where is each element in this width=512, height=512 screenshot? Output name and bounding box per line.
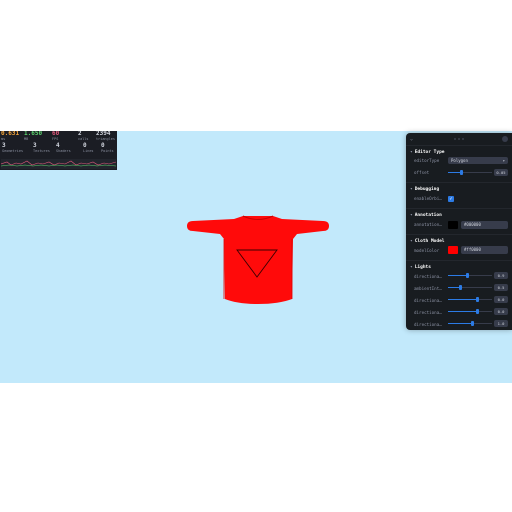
stat-calls: 2 calls [78, 131, 89, 141]
annotation-color-swatch[interactable] [448, 221, 458, 229]
folder-annotation[interactable]: ▾ Annotation [410, 213, 442, 218]
shirt-body [187, 216, 329, 304]
collapse-icon[interactable]: ⌄ [410, 136, 416, 142]
light-value[interactable]: 0.0 [494, 296, 508, 303]
performance-graph [1, 159, 116, 169]
light-value[interactable]: 0.9 [494, 272, 508, 279]
drag-handle-icon[interactable] [454, 138, 466, 140]
stat-textures: 3 Textures [33, 142, 50, 154]
checkmark-icon: ✓ [449, 196, 453, 202]
model-color-label: modelColor [414, 248, 440, 253]
light-slider[interactable] [448, 272, 492, 279]
light-label: ambientInt… [414, 286, 442, 291]
light-value[interactable]: 1.0 [494, 320, 508, 327]
folder-debugging[interactable]: ▾ Debugging [410, 187, 439, 192]
folder-editor-type[interactable]: ▾ Editor Type [410, 150, 445, 155]
light-label: directiona… [414, 274, 442, 279]
light-label: directiona… [414, 310, 442, 315]
stat-triangles: 2394 triangles [96, 131, 115, 141]
stat-lines: 0 Lines [83, 142, 94, 154]
stat-fps: 60 FPS [52, 131, 60, 141]
stats-overlay: 0.631 ms 1.650 MB 60 FPS 2 calls 2394 tr… [0, 131, 117, 170]
annotation-color-input[interactable]: #000000 [461, 221, 508, 229]
light-value[interactable]: 0.5 [494, 284, 508, 291]
stat-points: 0 Points [101, 142, 114, 154]
offset-value[interactable]: 0.05 [494, 169, 508, 176]
orbit-checkbox[interactable]: ✓ [448, 196, 454, 202]
annotation-color-label: annotation… [414, 222, 442, 227]
light-slider[interactable] [448, 320, 492, 327]
chevron-down-icon: ▾ [502, 158, 505, 163]
model-color-swatch[interactable] [448, 246, 458, 254]
light-label: directiona… [414, 322, 442, 327]
offset-label: offset [414, 170, 430, 175]
light-slider[interactable] [448, 296, 492, 303]
folder-cloth-model[interactable]: ▾ Cloth Model [410, 239, 445, 244]
stat-ms: 0.631 ms [1, 131, 20, 141]
editor-type-select[interactable]: Polygon ▾ [448, 157, 508, 164]
panel-titlebar[interactable]: ⌄ [406, 133, 512, 146]
stat-geometries: 3 Geometries [2, 142, 24, 154]
editor-type-label: editorType [414, 158, 440, 163]
folder-lights[interactable]: ▾ Lights [410, 265, 431, 270]
light-slider[interactable] [448, 308, 492, 315]
offset-slider[interactable] [448, 169, 492, 176]
light-slider[interactable] [448, 284, 492, 291]
orbit-toggle-label: enableOrbi… [414, 196, 442, 201]
stat-memory: 1.650 MB [24, 131, 43, 141]
light-label: directiona… [414, 298, 442, 303]
shirt-model[interactable] [187, 215, 329, 305]
light-value[interactable]: 0.0 [494, 308, 508, 315]
stat-shaders: 4 Shaders [56, 142, 71, 154]
settings-icon[interactable] [502, 136, 508, 142]
model-color-input[interactable]: #ff0000 [461, 246, 508, 254]
